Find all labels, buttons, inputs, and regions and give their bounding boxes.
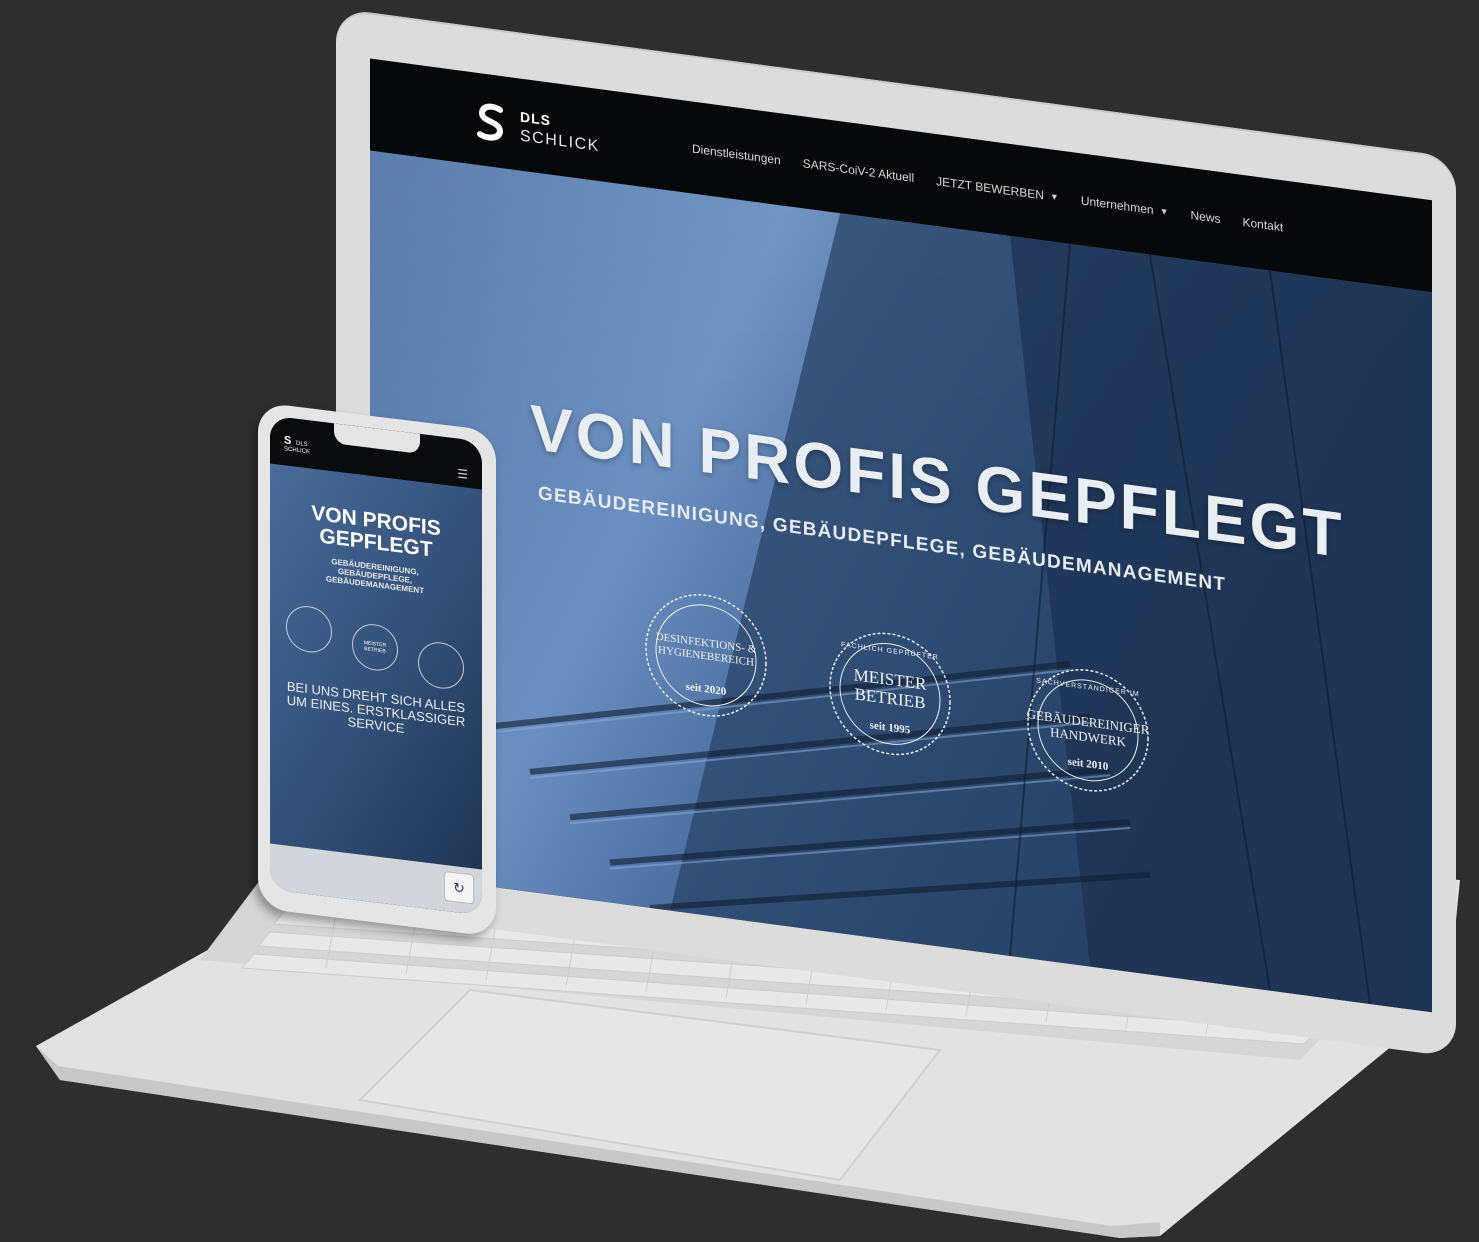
laptop-lid: DLS SCHLICK Dienstleistungen SARS-CoiV-2… bbox=[336, 8, 1456, 1058]
phone-seal-1 bbox=[286, 603, 332, 656]
nav-label: SARS-CoiV-2 Aktuell bbox=[802, 156, 915, 186]
seal-desinfektion: DESINFEKTIONS- & HYGIENEBEREICH seit 202… bbox=[642, 583, 770, 728]
nav-label: JETZT BEWERBEN bbox=[936, 174, 1044, 203]
nav-item-kontakt[interactable]: Kontakt bbox=[1243, 215, 1284, 234]
nav-label: Kontakt bbox=[1242, 214, 1284, 235]
dls-logo-icon bbox=[477, 103, 504, 141]
phone-seal-3 bbox=[418, 639, 464, 692]
building-facade-image bbox=[489, 213, 1432, 1013]
nav-item-news[interactable]: News bbox=[1190, 208, 1220, 226]
phone-bottom-image: ↻ bbox=[270, 843, 482, 916]
phone-screen: S DLS SCHLICK ☰ VON PROFIS GEPFLEGT GEBÄ… bbox=[270, 415, 482, 916]
recaptcha-icon[interactable]: ↻ bbox=[444, 870, 474, 905]
dls-logo-icon: S bbox=[284, 434, 292, 448]
nav-label: News bbox=[1190, 208, 1221, 227]
seal-meisterbetrieb: FACHLICH GEPRÜFTER MEISTER BETRIEB seit … bbox=[826, 621, 954, 766]
hero-section: VON PROFIS GEPFLEGT GEBÄUDEREINIGUNG, GE… bbox=[370, 150, 1432, 1013]
hamburger-icon[interactable]: ☰ bbox=[457, 466, 468, 481]
phone-seal-2: MEISTER BETRIEB bbox=[352, 621, 398, 674]
nav-item-sars-cov-2[interactable]: SARS-CoiV-2 Aktuell bbox=[803, 156, 914, 185]
nav-label: Unternehmen bbox=[1080, 193, 1154, 218]
chevron-down-icon: ▼ bbox=[1049, 191, 1059, 203]
nav-item-dienstleistungen[interactable]: Dienstleistungen bbox=[692, 142, 781, 168]
nav-item-jetzt-bewerben[interactable]: JETZT BEWERBEN ▼ bbox=[936, 174, 1059, 204]
phone-site-header: S DLS SCHLICK ☰ bbox=[270, 415, 482, 490]
nav-label: Dienstleistungen bbox=[692, 141, 781, 168]
nav-item-unternehmen[interactable]: Unternehmen ▼ bbox=[1081, 193, 1169, 219]
phone-seal-text: MEISTER BETRIEB bbox=[363, 639, 387, 655]
brand-logo[interactable]: DLS SCHLICK bbox=[474, 100, 600, 157]
smartphone: S DLS SCHLICK ☰ VON PROFIS GEPFLEGT GEBÄ… bbox=[258, 402, 496, 938]
chevron-down-icon: ▼ bbox=[1159, 205, 1169, 218]
seal-handwerk: SACHVERSTÄNDIGER IM GEBÄUDEREINIGER HAND… bbox=[1024, 658, 1152, 803]
phone-brand-logo[interactable]: S DLS SCHLICK bbox=[284, 434, 310, 456]
laptop-screen: DLS SCHLICK Dienstleistungen SARS-CoiV-2… bbox=[370, 58, 1432, 1013]
